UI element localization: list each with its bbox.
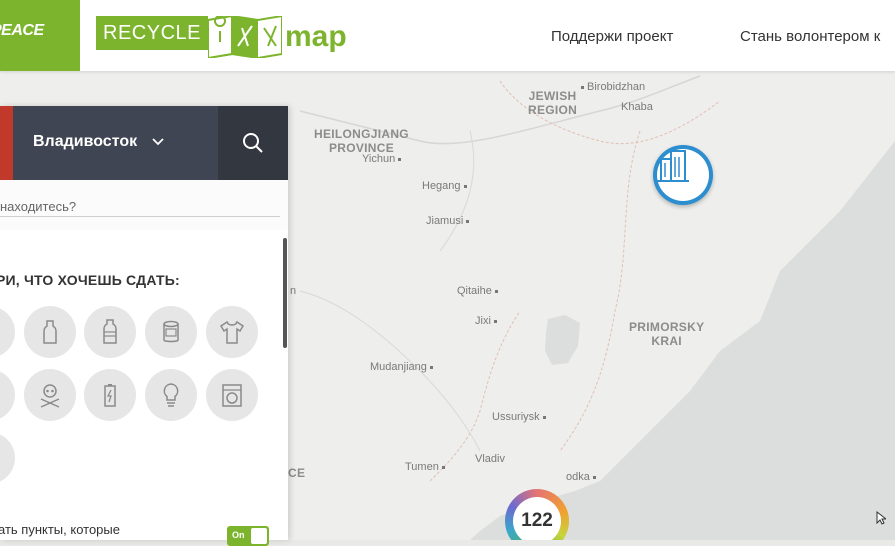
city-dropdown[interactable]: Владивосток bbox=[33, 133, 164, 151]
panel-header: Владивосток bbox=[0, 106, 288, 180]
category-extra[interactable] bbox=[0, 432, 15, 484]
city-mudanjiang: Mudanjiang bbox=[370, 361, 433, 373]
city-hegang: Hegang bbox=[422, 180, 467, 192]
panel-scrollbar[interactable] bbox=[283, 238, 287, 348]
greenpeace-logo[interactable]: PEACE bbox=[0, 0, 80, 71]
chevron-down-icon bbox=[151, 138, 164, 146]
city-dropdown-value: Владивосток bbox=[33, 133, 138, 150]
site-header: PEACE RECYCLE map Поддержи проект Стань … bbox=[0, 0, 895, 71]
can-icon bbox=[163, 320, 179, 343]
region-label-jewish: JEWISH REGION bbox=[528, 89, 578, 117]
filter-panel: Владивосток РИ, ЧТО ХОЧЕШЬ СДАТЬ: bbox=[0, 106, 288, 546]
logo-map-word: map bbox=[285, 20, 347, 53]
category-batteries[interactable] bbox=[84, 369, 136, 421]
city-birobidzhan: Birobidzhan bbox=[581, 81, 645, 93]
search-button[interactable] bbox=[218, 106, 288, 180]
city-qitaihe: Qitaihe bbox=[457, 285, 498, 297]
recycling-point-marker[interactable] bbox=[653, 145, 713, 205]
category-clothes[interactable] bbox=[206, 306, 258, 358]
category-other[interactable] bbox=[0, 369, 15, 421]
city-jixi: Jixi bbox=[475, 315, 497, 327]
greenpeace-logo-text: PEACE bbox=[0, 22, 44, 39]
search-icon bbox=[243, 133, 263, 153]
region-label-edge: CE bbox=[288, 466, 306, 480]
region-label-heilongjiang: HEILONGJIANG PROVINCE bbox=[314, 127, 409, 155]
toggle-knob bbox=[251, 528, 267, 544]
category-lamps[interactable] bbox=[145, 369, 197, 421]
category-glass[interactable] bbox=[24, 306, 76, 358]
cluster-count: 122 bbox=[513, 497, 561, 540]
city-ussuriysk: Ussuriysk bbox=[492, 411, 546, 423]
category-paper[interactable] bbox=[0, 306, 15, 358]
panel-tab-accent[interactable] bbox=[0, 106, 13, 180]
lightbulb-icon bbox=[163, 383, 179, 407]
nav-support-project[interactable]: Поддержи проект bbox=[551, 28, 673, 45]
city-khabarovsk: Khaba bbox=[621, 101, 653, 113]
filter-toggle[interactable]: On bbox=[227, 526, 269, 546]
folded-map-icon bbox=[208, 16, 282, 58]
logo-recycle-word: RECYCLE bbox=[96, 16, 208, 50]
building-icon bbox=[657, 150, 689, 182]
bottle-icon bbox=[43, 320, 57, 344]
location-row bbox=[0, 180, 288, 230]
filter-option-text: ать пункты, которые bbox=[0, 522, 120, 537]
city-vladivostok: Vladiv bbox=[475, 453, 505, 465]
washing-machine-icon bbox=[222, 384, 242, 407]
city-nakhodka: odka bbox=[566, 471, 596, 483]
map-control-edge[interactable] bbox=[876, 510, 895, 531]
city-label-edge: n bbox=[290, 285, 297, 297]
nav-become-volunteer[interactable]: Стань волонтером к bbox=[740, 28, 880, 45]
location-input[interactable] bbox=[0, 196, 280, 217]
category-plastic[interactable] bbox=[84, 306, 136, 358]
city-jiamusi: Jiamusi bbox=[426, 215, 470, 227]
category-hazardous[interactable] bbox=[24, 369, 76, 421]
tshirt-icon bbox=[219, 320, 245, 344]
battery-icon bbox=[104, 384, 116, 407]
skull-icon bbox=[40, 384, 60, 408]
region-label-primorsky: PRIMORSKY KRAI bbox=[629, 320, 705, 348]
category-metal[interactable] bbox=[145, 306, 197, 358]
plastic-bottle-icon bbox=[103, 319, 117, 344]
cursor-icon bbox=[876, 510, 888, 525]
category-appliances[interactable] bbox=[206, 369, 258, 421]
section-title: РИ, ЧТО ХОЧЕШЬ СДАТЬ: bbox=[0, 272, 180, 288]
city-yichun: Yichun bbox=[362, 153, 402, 165]
recyclemap-logo[interactable]: RECYCLE map bbox=[96, 16, 356, 58]
city-tumen: Tumen bbox=[405, 461, 445, 473]
toggle-label: On bbox=[232, 530, 245, 540]
